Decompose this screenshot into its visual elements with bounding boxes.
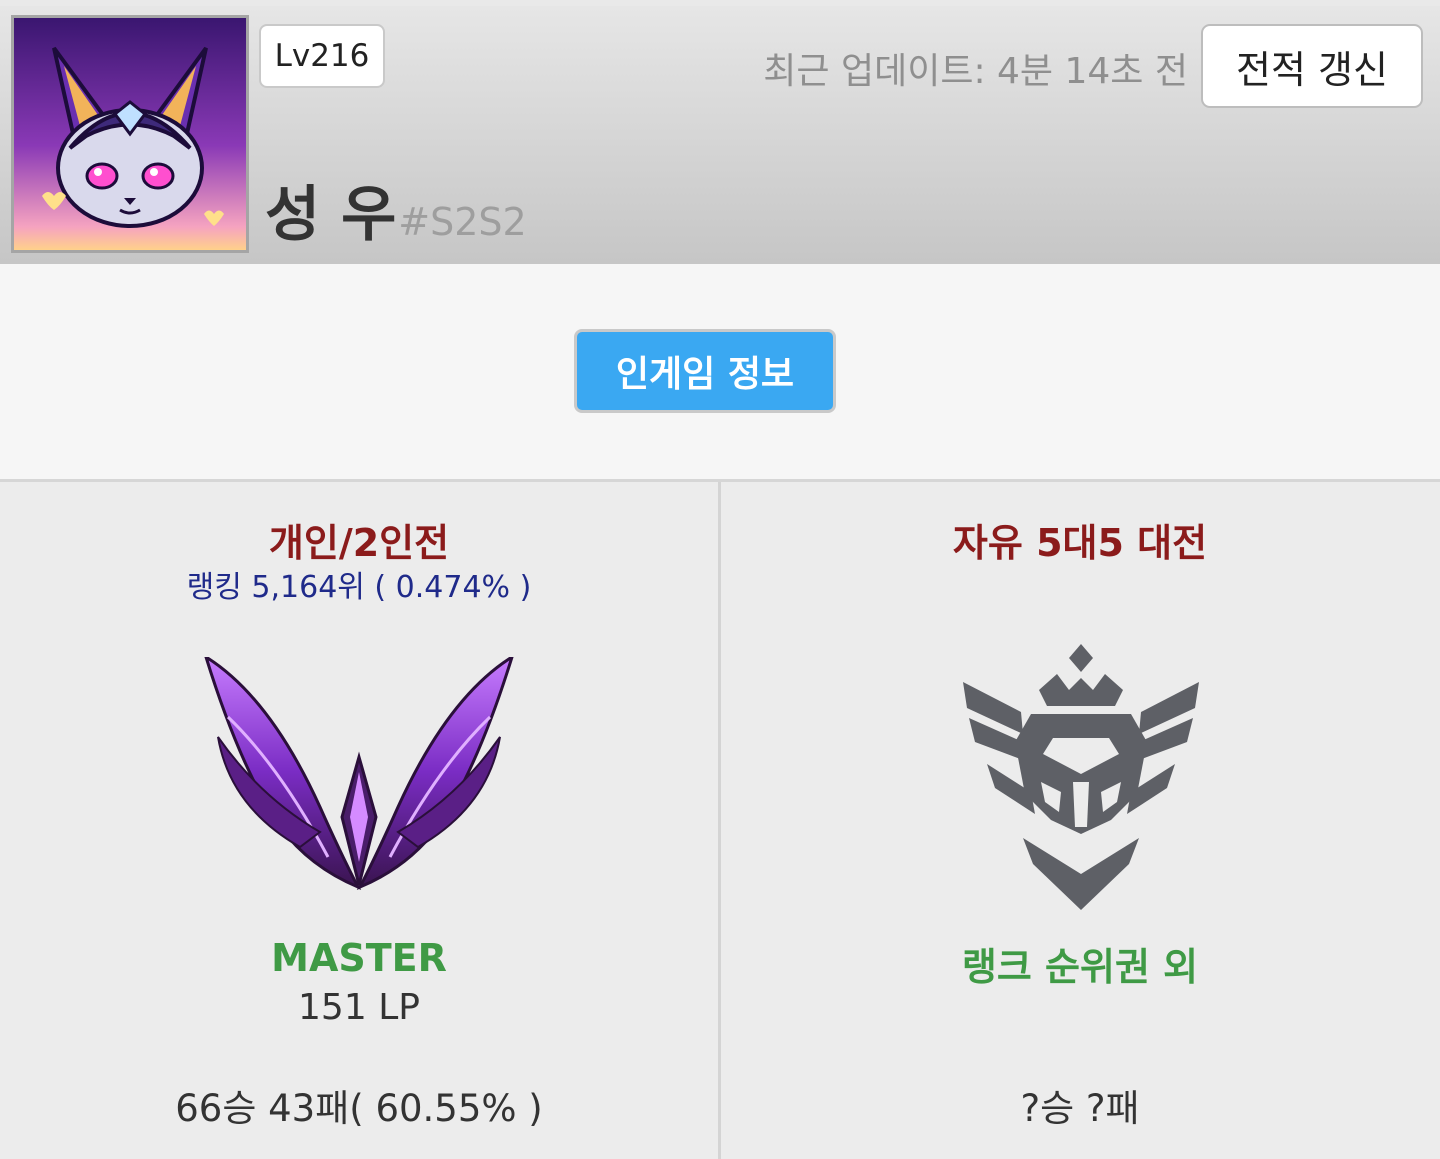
master-emblem-icon xyxy=(204,657,514,890)
rank-panels: 개인/2인전 랭킹 5,164위 ( 0.474% ) MASTER 151 L… xyxy=(0,482,1440,1159)
summoner-name-text: 성 우 xyxy=(265,180,397,250)
profile-header: Lv216 최근 업데이트: 4분 14초 전 전적 갱신 성 우#S2S2 xyxy=(0,6,1440,264)
solo-tier-text: MASTER xyxy=(271,936,447,980)
last-update-text: 최근 업데이트: 4분 14초 전 xyxy=(763,51,1188,92)
flex-record-text: ?승 ?패 xyxy=(1020,1087,1140,1130)
solo-record-text: 66승 43패( 60.55% ) xyxy=(175,1087,543,1130)
solo-lp-text: 151 LP xyxy=(298,987,420,1028)
profile-avatar-icon xyxy=(11,15,249,253)
unranked-emblem-icon xyxy=(963,644,1199,910)
ingame-section: 인게임 정보 xyxy=(0,264,1440,482)
refresh-record-button[interactable]: 전적 갱신 xyxy=(1201,24,1423,108)
flex-rank-panel: 자유 5대5 대전 랭크 순위권 외 ?승 ?패 xyxy=(721,482,1439,1159)
ingame-info-button[interactable]: 인게임 정보 xyxy=(574,329,836,413)
flex-queue-title: 자유 5대5 대전 xyxy=(952,521,1208,565)
summoner-name: 성 우#S2S2 xyxy=(265,166,527,253)
summoner-tag: #S2S2 xyxy=(398,200,527,244)
flex-tier-text: 랭크 순위권 외 xyxy=(961,945,1199,989)
solo-queue-title: 개인/2인전 xyxy=(268,521,450,565)
solo-ranking-text: 랭킹 5,164위 ( 0.474% ) xyxy=(186,570,532,605)
solo-rank-panel: 개인/2인전 랭킹 5,164위 ( 0.474% ) MASTER 151 L… xyxy=(0,482,718,1159)
level-badge: Lv216 xyxy=(259,24,385,88)
